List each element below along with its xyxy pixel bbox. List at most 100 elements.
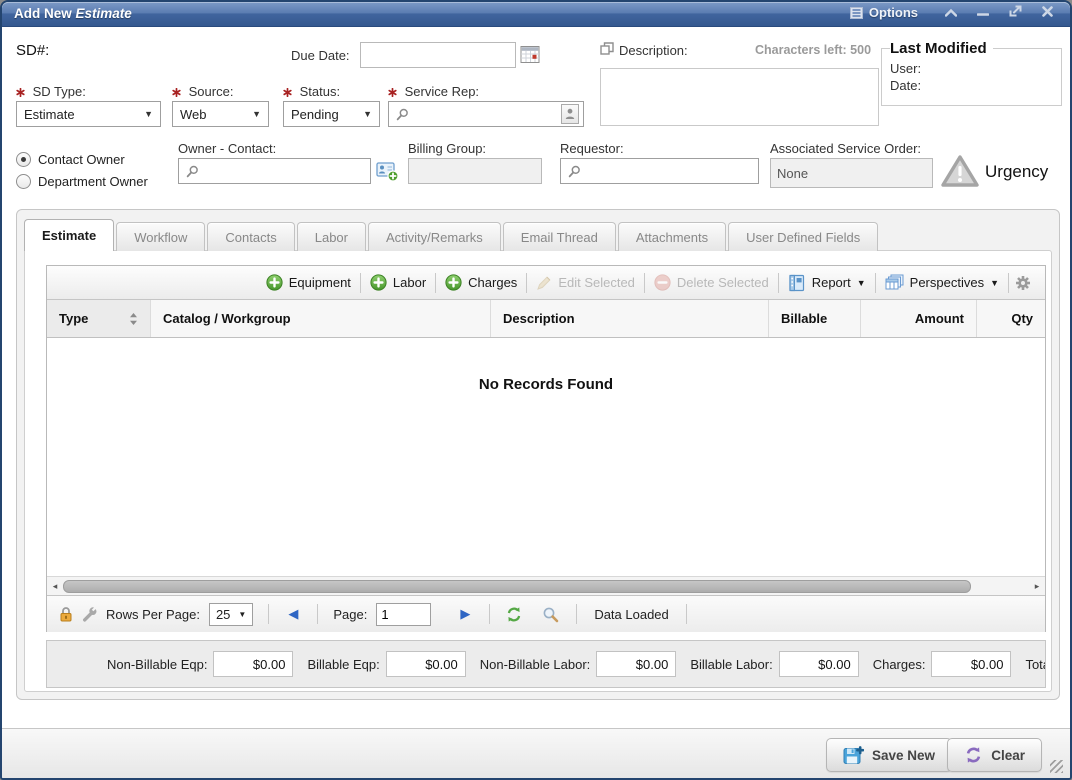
delete-selected-button: Delete Selected bbox=[645, 274, 778, 291]
maximize-icon[interactable] bbox=[1006, 5, 1024, 20]
pager-separator bbox=[686, 604, 687, 624]
service-rep-label: Service Rep: bbox=[388, 84, 479, 100]
page-label: Page: bbox=[333, 607, 367, 622]
add-labor-button[interactable]: Labor bbox=[361, 274, 435, 291]
non-billable-eqp-value: $0.00 bbox=[213, 651, 293, 677]
select-person-icon[interactable] bbox=[561, 104, 579, 124]
department-owner-radio[interactable]: Department Owner bbox=[16, 174, 148, 189]
charges-value: $0.00 bbox=[931, 651, 1011, 677]
edit-pencil-icon bbox=[536, 275, 552, 291]
pager-separator bbox=[576, 604, 577, 624]
grid-pagination-bar: Rows Per Page: 25 ▼ ◀ Page: ▶ bbox=[47, 595, 1045, 632]
collapse-icon[interactable] bbox=[942, 5, 960, 20]
add-contact-icon[interactable] bbox=[376, 161, 399, 182]
clear-button[interactable]: Clear bbox=[947, 738, 1042, 772]
rows-per-page-label: Rows Per Page: bbox=[106, 607, 200, 622]
column-header-catalog-workgroup[interactable]: Catalog / Workgroup bbox=[151, 300, 491, 337]
refresh-icon[interactable] bbox=[505, 606, 523, 623]
billable-labor-value: $0.00 bbox=[779, 651, 859, 677]
column-header-billable[interactable]: Billable bbox=[769, 300, 861, 337]
close-icon[interactable] bbox=[1038, 5, 1056, 20]
description-textarea[interactable] bbox=[600, 68, 879, 126]
tab-estimate[interactable]: Estimate bbox=[24, 219, 114, 251]
save-new-button[interactable]: Save New bbox=[826, 738, 952, 772]
status-select[interactable]: Pending▼ bbox=[283, 101, 380, 127]
requestor-input[interactable] bbox=[586, 164, 754, 179]
required-asterisk bbox=[388, 85, 397, 100]
source-select[interactable]: Web▼ bbox=[172, 101, 269, 127]
add-charges-button[interactable]: Charges bbox=[436, 274, 526, 291]
add-icon bbox=[445, 274, 462, 291]
column-header-amount[interactable]: Amount bbox=[861, 300, 977, 337]
owner-contact-field[interactable] bbox=[178, 158, 371, 184]
grid-settings-gear-icon[interactable] bbox=[1009, 275, 1037, 291]
add-new-estimate-window: Add New Estimate Options SD#: Due Date: bbox=[0, 0, 1072, 780]
tab-labor[interactable]: Labor bbox=[297, 222, 366, 251]
add-equipment-button[interactable]: Equipment bbox=[257, 274, 360, 291]
options-list-icon bbox=[850, 7, 863, 19]
search-icon bbox=[568, 165, 581, 178]
column-header-type[interactable]: Type bbox=[47, 300, 151, 337]
line-items-grid: Equipment Labor Charges Ed bbox=[46, 265, 1046, 632]
due-date-input[interactable] bbox=[360, 42, 516, 68]
horizontal-scrollbar[interactable]: ◂ ▸ bbox=[47, 576, 1045, 595]
wrench-icon[interactable] bbox=[82, 607, 97, 622]
scrollbar-thumb[interactable] bbox=[63, 580, 971, 593]
billable-eqp-value: $0.00 bbox=[386, 651, 466, 677]
report-menu-button[interactable]: Report ▼ bbox=[779, 274, 875, 292]
status-label: Status: bbox=[283, 84, 340, 100]
grid-status-text: Data Loaded bbox=[594, 607, 668, 622]
sort-icon bbox=[129, 312, 138, 326]
no-records-message: No Records Found bbox=[47, 376, 1045, 393]
required-asterisk bbox=[16, 85, 25, 100]
tab-email-thread[interactable]: Email Thread bbox=[503, 222, 616, 251]
non-billable-labor-label: Non-Billable Labor: bbox=[480, 657, 591, 672]
window-resize-handle[interactable] bbox=[1050, 760, 1063, 773]
tab-user-defined-fields[interactable]: User Defined Fields bbox=[728, 222, 878, 251]
contact-owner-radio[interactable]: Contact Owner bbox=[16, 152, 125, 167]
next-page-icon[interactable]: ▶ bbox=[456, 606, 474, 622]
column-header-qty[interactable]: Qty bbox=[977, 300, 1045, 337]
urgency-label: Urgency bbox=[985, 162, 1048, 182]
chevron-down-icon: ▼ bbox=[238, 610, 246, 619]
calendar-icon[interactable] bbox=[520, 44, 540, 64]
chevron-down-icon: ▼ bbox=[363, 109, 372, 119]
service-rep-input[interactable] bbox=[414, 107, 561, 122]
scrollbar-track[interactable] bbox=[63, 580, 1029, 593]
clear-refresh-icon bbox=[964, 746, 983, 764]
perspectives-menu-button[interactable]: Perspectives ▼ bbox=[876, 274, 1008, 291]
requestor-field[interactable] bbox=[560, 158, 759, 184]
tab-contacts[interactable]: Contacts bbox=[207, 222, 294, 251]
window-title: Add New Estimate bbox=[14, 6, 132, 21]
due-date-label: Due Date: bbox=[291, 48, 350, 63]
last-modified-date-label: Date: bbox=[890, 78, 921, 93]
search-records-icon[interactable] bbox=[542, 606, 559, 623]
tab-activity-remarks[interactable]: Activity/Remarks bbox=[368, 222, 501, 251]
owner-contact-input[interactable] bbox=[204, 164, 366, 179]
description-popout-icon[interactable] bbox=[600, 42, 614, 55]
tab-attachments[interactable]: Attachments bbox=[618, 222, 726, 251]
billing-group-label: Billing Group: bbox=[408, 141, 486, 156]
delete-icon bbox=[654, 274, 671, 291]
tab-workflow[interactable]: Workflow bbox=[116, 222, 205, 251]
sd-type-select[interactable]: Estimate▼ bbox=[16, 101, 161, 127]
scroll-right-icon[interactable]: ▸ bbox=[1029, 581, 1045, 592]
report-icon bbox=[788, 274, 806, 292]
tab-strip: Estimate Workflow Contacts Labor Activit… bbox=[24, 220, 880, 251]
title-bar: Add New Estimate Options bbox=[2, 2, 1070, 27]
required-asterisk bbox=[172, 85, 181, 100]
chevron-down-icon: ▼ bbox=[857, 278, 866, 288]
column-header-description[interactable]: Description bbox=[491, 300, 769, 337]
previous-page-icon[interactable]: ◀ bbox=[284, 606, 302, 622]
page-number-input[interactable] bbox=[376, 603, 431, 626]
grid-body: No Records Found bbox=[47, 338, 1045, 576]
scroll-left-icon[interactable]: ◂ bbox=[47, 581, 63, 592]
minimize-icon[interactable] bbox=[974, 5, 992, 20]
lock-icon[interactable] bbox=[59, 606, 73, 622]
owner-contact-label: Owner - Contact: bbox=[178, 141, 276, 156]
source-label: Source: bbox=[172, 84, 233, 100]
service-rep-field[interactable] bbox=[388, 101, 584, 127]
urgency-warning-icon[interactable] bbox=[940, 154, 980, 189]
rows-per-page-select[interactable]: 25 ▼ bbox=[209, 603, 253, 626]
options-button[interactable]: Options bbox=[850, 5, 918, 20]
